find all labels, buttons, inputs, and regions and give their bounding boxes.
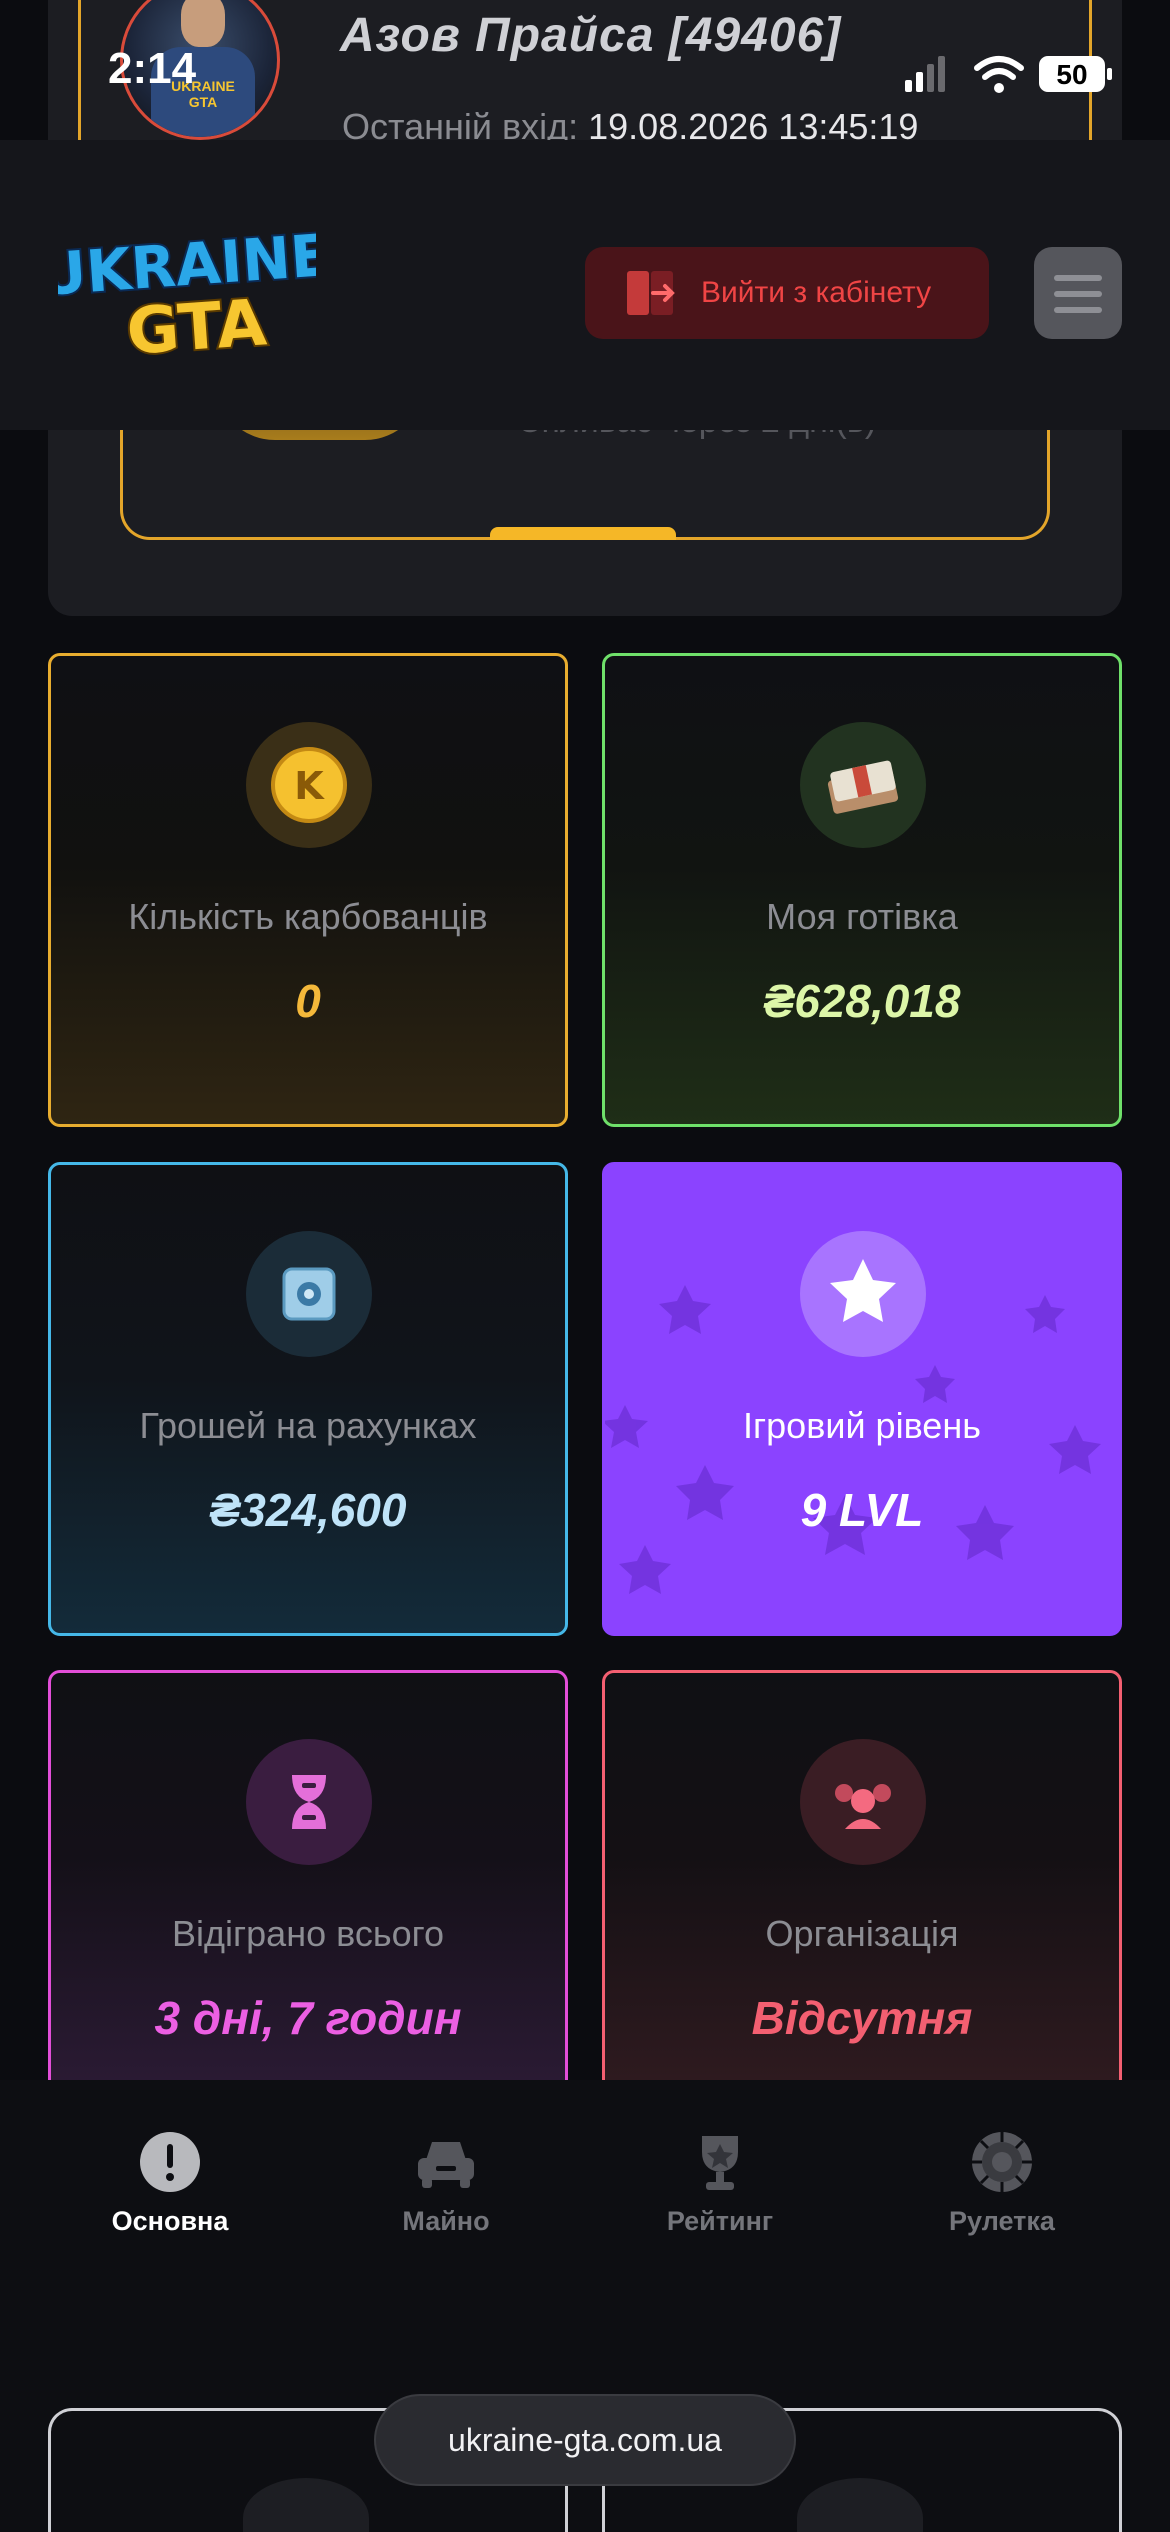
vip-box-tab [490,527,676,540]
cash-value: ₴628,018 [763,975,961,1027]
organization-value: Відсутня [751,1992,973,2044]
site-logo[interactable]: UKRAINE GTA [35,219,334,372]
car-icon [414,2130,478,2194]
browser-url-bar[interactable]: ukraine-gta.com.ua [374,2394,796,2486]
logout-button[interactable]: Вийти з кабінету [585,247,989,339]
cash-stack-icon [800,722,926,848]
status-icons: 50 [905,52,1115,96]
cash-title: Моя готівка [766,896,958,937]
stat-card-bank: Грошей на рахунках ₴324,600 [48,1162,568,1636]
nav-item-roulette[interactable]: Рулетка [902,2130,1102,2237]
signal-icon [905,56,945,92]
roulette-icon [970,2130,1034,2194]
player-name: Азов Прайса [49406] [340,9,842,62]
group-icon [800,1739,926,1865]
nav-label-main: Основна [111,2206,229,2236]
organization-title: Організація [765,1913,959,1954]
hamburger-menu-button[interactable] [1034,247,1122,339]
playtime-value: 3 дні, 7 годин [154,1992,462,2044]
logout-label: Вийти з кабінету [701,276,932,309]
coins-value: 0 [295,975,321,1027]
stat-card-coins: K Кількість карбованців 0 [48,653,568,1127]
karbovanets-coin-icon: K [246,722,372,848]
stat-card-level: Ігровий рівень 9 LVL [602,1162,1122,1636]
battery-icon: 50 [1039,56,1112,92]
nav-item-rating[interactable]: Рейтинг [620,2130,820,2237]
stat-card-organization: Організація Відсутня [602,1670,1122,2080]
nav-label-property: Майно [402,2206,490,2236]
bank-title: Грошей на рахунках [139,1405,477,1446]
nav-item-property[interactable]: Майно [346,2130,546,2237]
level-title: Ігровий рівень [743,1405,981,1446]
stat-card-playtime: Відіграно всього 3 дні, 7 годин [48,1670,568,2080]
hourglass-icon [246,1739,372,1865]
info-icon [138,2130,202,2194]
battery-level: 50 [1056,59,1087,90]
nav-label-rating: Рейтинг [666,2206,774,2236]
level-value: 9 LVL [800,1484,924,1536]
stat-card-cash: Моя готівка ₴628,018 [602,653,1122,1127]
exit-door-icon [625,267,677,319]
bank-value: ₴324,600 [209,1484,407,1536]
playtime-title: Відіграно всього [172,1913,444,1954]
logo-line2: GTA [124,286,269,365]
star-icon [800,1231,926,1357]
trophy-icon [688,2130,752,2194]
nav-item-main[interactable]: Основна [70,2130,270,2237]
status-time: 2:14 [108,44,197,93]
nav-label-roulette: Рулетка [949,2206,1055,2236]
coins-title: Кількість карбованців [128,896,488,937]
safe-icon [246,1231,372,1357]
svg-text:K: K [294,764,325,808]
wifi-icon [974,56,1024,93]
